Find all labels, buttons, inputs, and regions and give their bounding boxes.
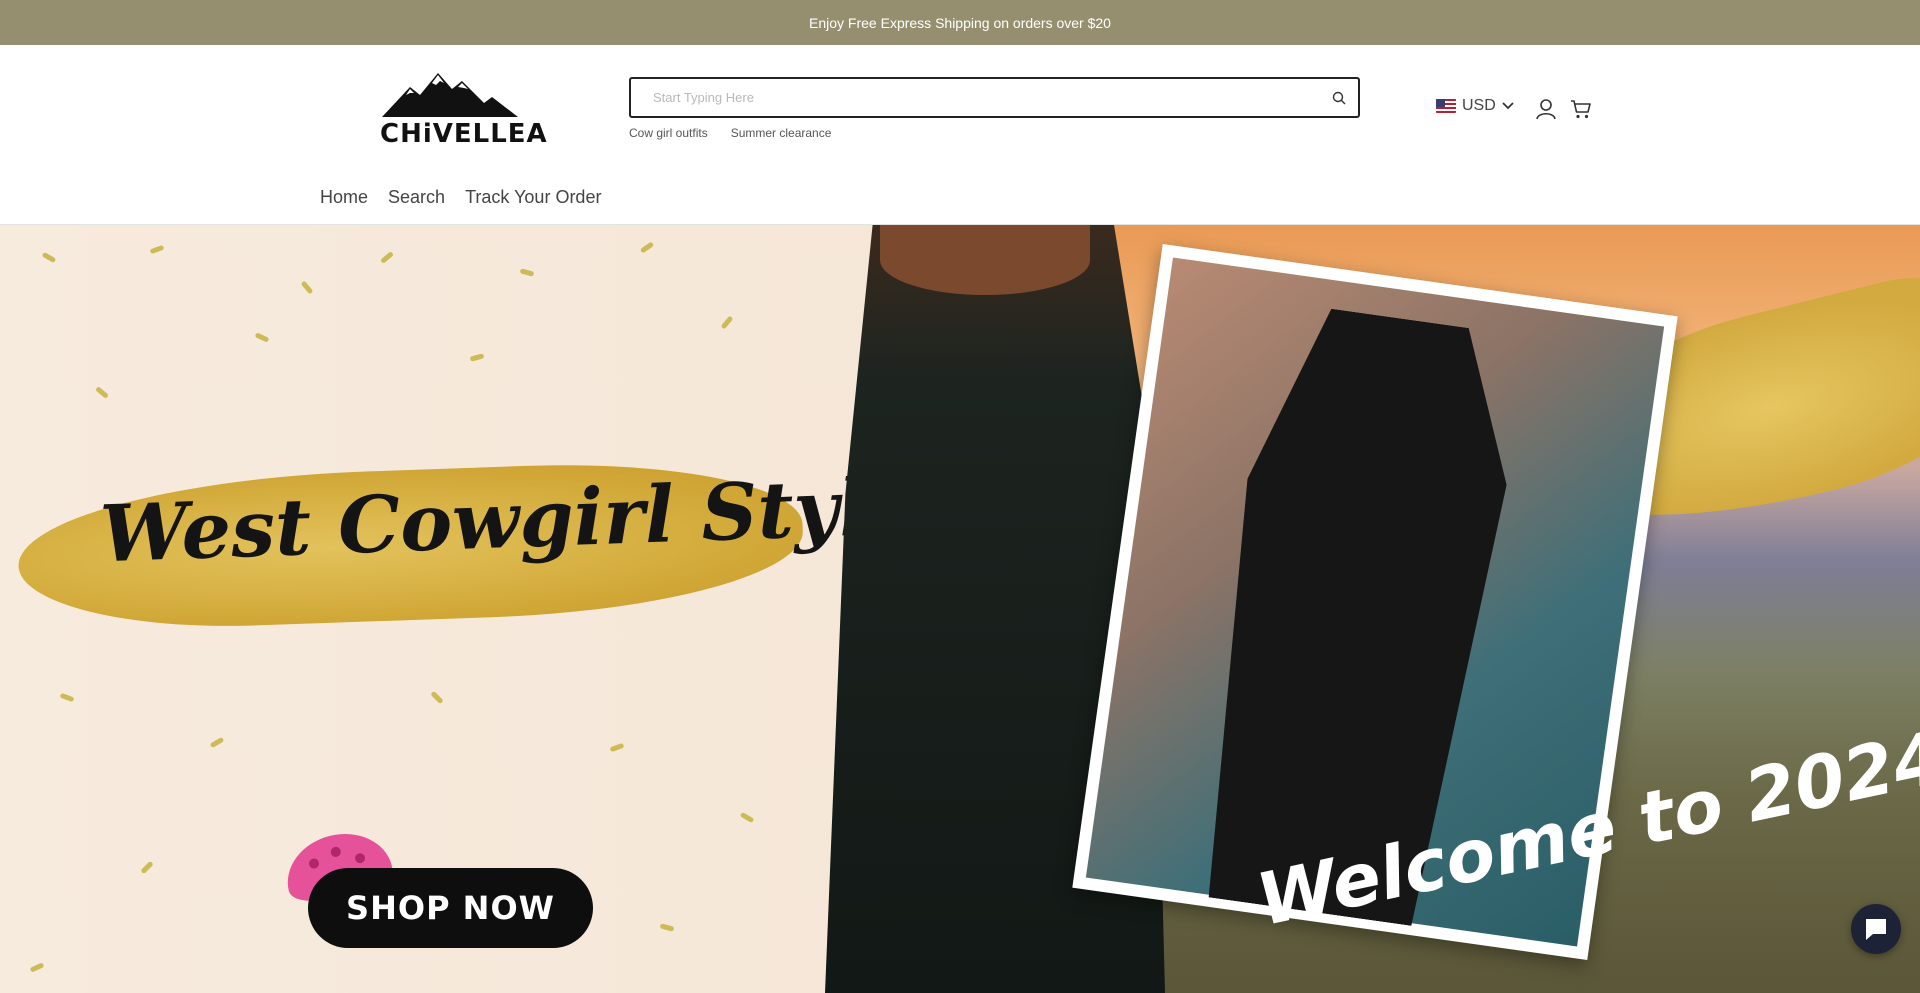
- user-icon[interactable]: [1533, 96, 1559, 122]
- nav-home[interactable]: Home: [320, 187, 368, 208]
- suggestion-link-summer-clearance[interactable]: Summer clearance: [731, 126, 832, 140]
- announcement-bar: Enjoy Free Express Shipping on orders ov…: [0, 0, 1920, 45]
- currency-selector[interactable]: USD: [1436, 97, 1514, 115]
- site-header: CHiVELLEA Cow girl outfits Summer cleara…: [0, 45, 1920, 225]
- search-suggestions: Cow girl outfits Summer clearance: [629, 126, 831, 140]
- search-input[interactable]: [653, 90, 1330, 105]
- announcement-text: Enjoy Free Express Shipping on orders ov…: [809, 14, 1111, 31]
- shop-now-button[interactable]: SHOP NOW: [308, 868, 593, 948]
- chat-bubble-icon[interactable]: [1851, 904, 1901, 954]
- cowboy-hat-image: [880, 225, 1090, 295]
- brand-logo[interactable]: CHiVELLEA: [380, 69, 548, 149]
- mountain-logo-icon: [382, 73, 518, 117]
- shop-now-label: SHOP NOW: [346, 889, 555, 927]
- nav-track-order[interactable]: Track Your Order: [465, 187, 601, 208]
- cart-icon[interactable]: [1568, 96, 1594, 122]
- hero-banner[interactable]: West Cowgirl Style Welcome to 2024 SHOP …: [0, 225, 1920, 993]
- search-icon[interactable]: [1330, 89, 1348, 107]
- us-flag-icon: [1436, 99, 1456, 113]
- main-nav: Home Search Track Your Order: [320, 187, 601, 208]
- nav-search[interactable]: Search: [388, 187, 445, 208]
- search-bar: [629, 77, 1360, 118]
- chevron-down-icon: [1502, 102, 1514, 110]
- brand-name: CHiVELLEA: [380, 119, 548, 149]
- suggestion-link-cowgirl-outfits[interactable]: Cow girl outfits: [629, 126, 708, 140]
- currency-code: USD: [1462, 97, 1496, 114]
